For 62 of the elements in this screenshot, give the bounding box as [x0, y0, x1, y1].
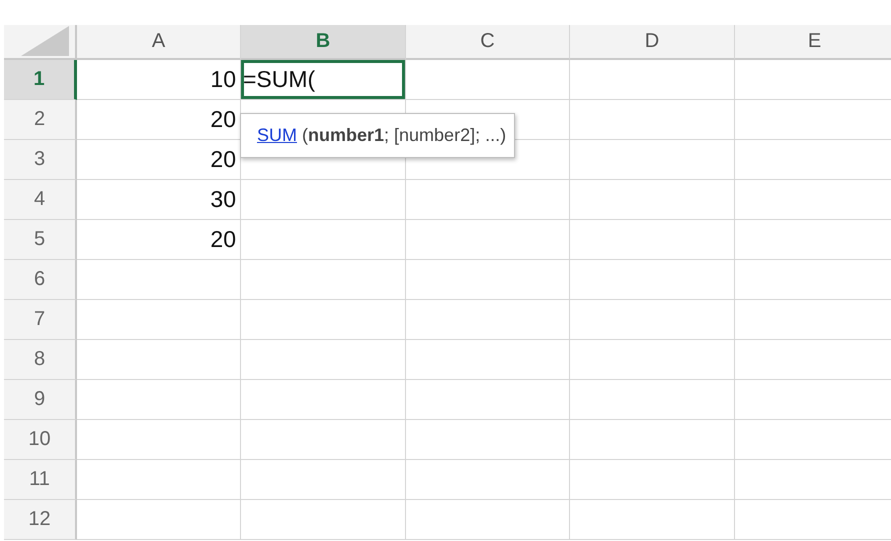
table-cell[interactable] [406, 300, 570, 340]
table-cell[interactable]: 10 [77, 60, 241, 100]
column-header[interactable]: E [735, 25, 891, 60]
table-cell[interactable] [406, 420, 570, 460]
table-cell[interactable] [570, 300, 735, 340]
row-header[interactable]: 5 [4, 220, 77, 260]
table-cell[interactable] [241, 180, 406, 220]
table-cell[interactable] [241, 380, 406, 420]
row-header[interactable]: 1 [4, 60, 77, 100]
column-header[interactable]: C [406, 25, 570, 60]
row-header[interactable]: 6 [4, 260, 77, 300]
table-cell[interactable] [406, 460, 570, 500]
table-cell[interactable] [406, 500, 570, 540]
table-cell[interactable] [406, 220, 570, 260]
table-cell[interactable] [570, 340, 735, 380]
table-cell[interactable] [241, 500, 406, 540]
table-cell[interactable] [570, 60, 735, 100]
row-header[interactable]: 2 [4, 100, 77, 140]
column-header[interactable]: A [77, 25, 241, 60]
table-cell[interactable] [241, 260, 406, 300]
table-cell[interactable] [406, 180, 570, 220]
table-cell[interactable] [77, 380, 241, 420]
table-cell[interactable] [241, 300, 406, 340]
table-cell[interactable] [77, 260, 241, 300]
table-cell[interactable] [570, 460, 735, 500]
table-cell[interactable] [570, 100, 735, 140]
row-header[interactable]: 4 [4, 180, 77, 220]
table-cell[interactable] [570, 180, 735, 220]
table-cell[interactable]: 20 [77, 220, 241, 260]
row-header[interactable]: 7 [4, 300, 77, 340]
table-cell[interactable] [570, 220, 735, 260]
table-cell[interactable] [241, 460, 406, 500]
table-cell[interactable] [570, 380, 735, 420]
table-cell[interactable] [241, 340, 406, 380]
table-cell[interactable] [406, 380, 570, 420]
row-header[interactable]: 10 [4, 420, 77, 460]
row-header[interactable]: 12 [4, 500, 77, 540]
row-header[interactable]: 11 [4, 460, 77, 500]
table-cell[interactable] [570, 140, 735, 180]
table-cell[interactable] [241, 220, 406, 260]
table-cell[interactable] [406, 60, 570, 100]
table-cell[interactable] [77, 460, 241, 500]
row-header[interactable]: 9 [4, 380, 77, 420]
table-cell[interactable] [77, 420, 241, 460]
table-cell[interactable] [406, 260, 570, 300]
cell-editor[interactable]: =SUM( [241, 60, 406, 100]
function-link[interactable]: SUM [257, 125, 297, 146]
select-all-icon[interactable] [21, 26, 69, 56]
table-cell[interactable]: 30 [77, 180, 241, 220]
table-cell[interactable] [77, 340, 241, 380]
table-cell[interactable] [570, 500, 735, 540]
column-header[interactable]: D [570, 25, 735, 60]
table-cell[interactable] [570, 260, 735, 300]
table-cell[interactable] [241, 420, 406, 460]
row-header[interactable]: 3 [4, 140, 77, 180]
table-cell[interactable] [77, 300, 241, 340]
function-arguments: (number1; [number2]; ...) [302, 125, 506, 146]
table-cell[interactable] [77, 500, 241, 540]
row-header[interactable]: 8 [4, 340, 77, 380]
table-cell[interactable] [570, 420, 735, 460]
column-header[interactable]: B [241, 25, 406, 60]
table-cell[interactable] [406, 340, 570, 380]
